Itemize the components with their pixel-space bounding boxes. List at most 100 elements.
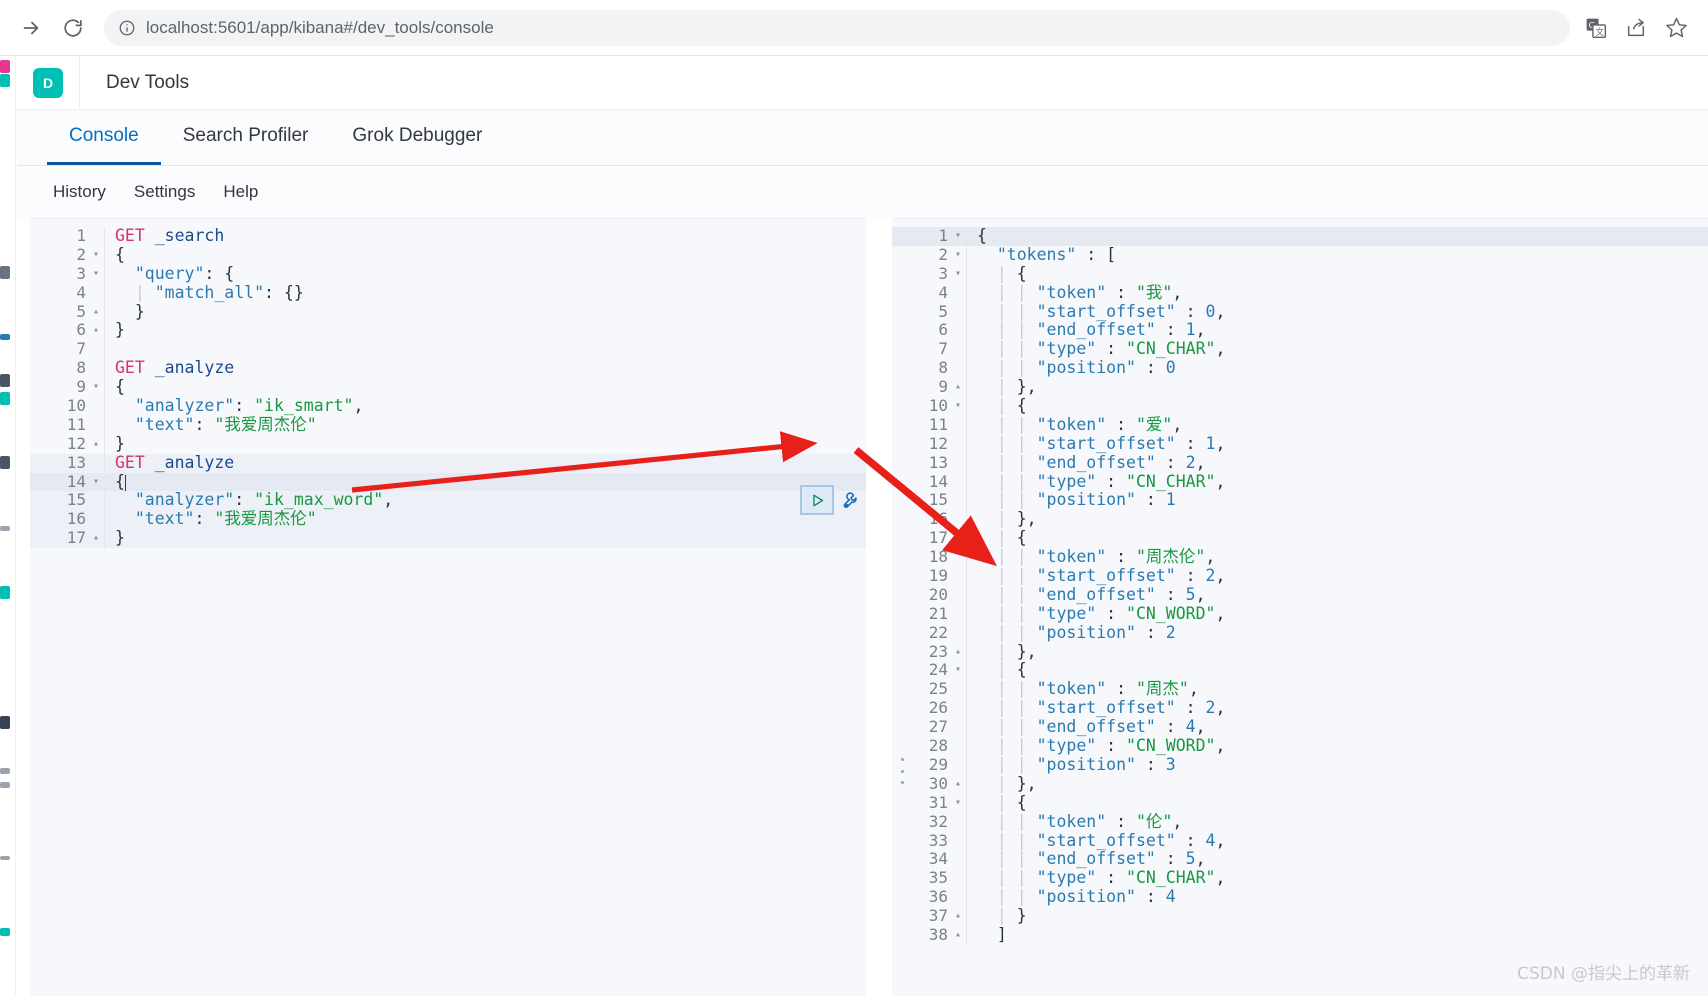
url-text[interactable]: localhost:5601/app/kibana#/dev_tools/con…: [146, 18, 494, 38]
code-line[interactable]: 6 | | "end_offset" : 1,: [892, 321, 1708, 341]
code-line[interactable]: 32 | | "token" : "伦",: [892, 812, 1708, 832]
fold-open-icon[interactable]: ▾: [950, 397, 966, 416]
fold-open-icon[interactable]: ▾: [950, 265, 966, 284]
tab-search-profiler[interactable]: Search Profiler: [161, 109, 331, 165]
tab-console[interactable]: Console: [47, 109, 161, 165]
fold-open-icon[interactable]: ▾: [88, 265, 104, 284]
code-line[interactable]: 37 ▴ | }: [892, 906, 1708, 926]
code-line[interactable]: 13 | | "end_offset" : 2,: [892, 453, 1708, 473]
request-code[interactable]: 1 GET _search 2 ▾{3 ▾ "query": {4 | "match_a…: [30, 219, 866, 549]
code-line[interactable]: 34 | | "end_offset" : 5,: [892, 849, 1708, 870]
code-line[interactable]: 5 | | "start_offset" : 0,: [892, 302, 1708, 322]
code-line[interactable]: 15 "analyzer": "ik_max_word",: [30, 491, 866, 511]
fold-close-icon[interactable]: ▴: [88, 529, 104, 548]
code-line[interactable]: 7: [30, 339, 866, 360]
line-number: 36: [928, 887, 948, 907]
code-line[interactable]: 4 | "match_all": {}: [30, 283, 866, 303]
code-line[interactable]: 9 ▴ | },: [892, 377, 1708, 398]
code-line[interactable]: 35 | | "type" : "CN_CHAR",: [892, 868, 1708, 889]
share-icon[interactable]: [1624, 16, 1648, 40]
fold-close-icon[interactable]: ▴: [950, 907, 966, 926]
code-line[interactable]: 17 ▴}: [30, 528, 866, 549]
code-line[interactable]: 25 | | "token" : "周杰",: [892, 679, 1708, 700]
code-line[interactable]: 6 ▴}: [30, 321, 866, 341]
fold-open-icon[interactable]: ▾: [88, 246, 104, 265]
fold-close-icon[interactable]: ▴: [950, 643, 966, 662]
code-line[interactable]: 38 ▴ ]: [892, 925, 1708, 945]
translate-icon[interactable]: G 文: [1584, 16, 1608, 40]
code-line[interactable]: 8 GET _analyze: [30, 358, 866, 379]
code-line[interactable]: 16 | },: [892, 509, 1708, 530]
code-line[interactable]: 24 ▾ | {: [892, 661, 1708, 681]
code-line[interactable]: 9 ▾ {: [30, 377, 866, 398]
code-line[interactable]: 4 | | "token" : "我",: [892, 283, 1708, 303]
fold-open-icon[interactable]: ▾: [950, 246, 966, 265]
app-badge[interactable]: D: [33, 67, 63, 98]
menu-item-settings[interactable]: Settings: [134, 182, 195, 202]
fold-open-icon[interactable]: ▾: [88, 473, 104, 492]
pane-splitter-handle[interactable]: [898, 758, 906, 784]
fold-open-icon[interactable]: ▾: [950, 661, 966, 680]
code-line[interactable]: 2 ▾ "tokens" : [: [892, 245, 1708, 265]
code-line[interactable]: 7 | | "type" : "CN_CHAR",: [892, 339, 1708, 360]
collapsed-nav-rail[interactable]: [0, 56, 16, 996]
code-line[interactable]: 14 | | "type" : "CN_CHAR",: [892, 472, 1708, 492]
code-line[interactable]: 18 | | "token" : "周杰伦",: [892, 547, 1708, 568]
code-line[interactable]: 15 | | "position" : 1: [892, 491, 1708, 511]
fold-close-icon[interactable]: ▴: [88, 303, 104, 322]
code-line[interactable]: 12 ▴}: [30, 434, 866, 454]
menu-item-help[interactable]: Help: [223, 182, 258, 202]
code-line[interactable]: 1 GET _search: [30, 226, 866, 246]
fold-close-icon[interactable]: ▴: [950, 926, 966, 945]
site-info-icon[interactable]: [118, 19, 136, 37]
code-line[interactable]: 20 | | "end_offset" : 5,: [892, 585, 1708, 605]
menu-item-history[interactable]: History: [53, 182, 106, 202]
code-line[interactable]: 10 "analyzer": "ik_smart",: [30, 396, 866, 416]
code-line[interactable]: 3 ▾ "query": {: [30, 264, 866, 284]
response-pane[interactable]: 1 ▾{2 ▾ "tokens" : [3 ▾ | {4 | | "token" : …: [892, 218, 1708, 996]
bookmark-star-icon[interactable]: [1664, 16, 1688, 40]
code-line[interactable]: 10 ▾ | {: [892, 396, 1708, 416]
tab-grok-debugger[interactable]: Grok Debugger: [330, 109, 504, 165]
code-line[interactable]: 11 "text": "我爱周杰伦": [30, 415, 866, 435]
code-line[interactable]: 1 ▾ {: [892, 226, 1708, 246]
wrench-icon[interactable]: [838, 487, 864, 513]
code-line[interactable]: 36 | | "position" : 4: [892, 887, 1708, 908]
code-line[interactable]: 21 | | "type" : "CN_WORD",: [892, 604, 1708, 624]
address-bar[interactable]: localhost:5601/app/kibana#/dev_tools/con…: [104, 9, 1570, 46]
code-line[interactable]: 12 | | "start_offset" : 1,: [892, 434, 1708, 454]
code-line[interactable]: 30 ▴ | },: [892, 774, 1708, 794]
reload-icon[interactable]: [56, 11, 90, 45]
request-pane[interactable]: 1 GET _search 2 ▾{3 ▾ "query": {4 | "match_a…: [30, 218, 866, 996]
forward-arrow-icon[interactable]: [14, 11, 48, 45]
code-line[interactable]: 8 | | "position" : 0: [892, 358, 1708, 379]
code-line[interactable]: 13 GET _analyze: [30, 453, 866, 473]
code-line[interactable]: 19 | | "start_offset" : 2,: [892, 566, 1708, 586]
code-line[interactable]: 17 ▾ | {: [892, 528, 1708, 549]
code-line[interactable]: 16 "text": "我爱周杰伦": [30, 509, 866, 530]
fold-open-icon[interactable]: ▾: [950, 227, 966, 246]
code-line[interactable]: 22 | | "position" : 2: [892, 623, 1708, 643]
fold-open-icon[interactable]: ▾: [88, 378, 104, 397]
fold-close-icon[interactable]: ▴: [950, 775, 966, 794]
code-line[interactable]: 23 ▴ | },: [892, 642, 1708, 662]
code-line[interactable]: 14 ▾ {: [30, 472, 866, 492]
code-line[interactable]: 26 | | "start_offset" : 2,: [892, 698, 1708, 719]
code-line[interactable]: 31 ▾ | {: [892, 793, 1708, 813]
code-line[interactable]: 2 ▾ {: [30, 245, 866, 265]
code-line[interactable]: 11 | | "token" : "爱",: [892, 415, 1708, 435]
code-text: {: [977, 226, 987, 245]
code-line[interactable]: 3 ▾ | {: [892, 264, 1708, 284]
fold-close-icon[interactable]: ▴: [88, 435, 104, 454]
code-line[interactable]: 5 ▴ }: [30, 302, 866, 322]
fold-close-icon[interactable]: ▴: [88, 321, 104, 340]
code-line[interactable]: 33 | | "start_offset" : 4,: [892, 831, 1708, 851]
fold-open-icon[interactable]: ▾: [950, 529, 966, 548]
fold-close-icon[interactable]: ▴: [950, 378, 966, 397]
code-line[interactable]: 28 | | "type" : "CN_WORD",: [892, 736, 1708, 756]
response-code[interactable]: 1 ▾{2 ▾ "tokens" : [3 ▾ | {4 | | "token" : …: [892, 219, 1708, 945]
code-line[interactable]: 27 | | "end_offset" : 4,: [892, 717, 1708, 738]
fold-open-icon[interactable]: ▾: [950, 794, 966, 813]
code-line[interactable]: 29 | | "position" : 3: [892, 755, 1708, 775]
play-triangle-icon[interactable]: [800, 485, 834, 515]
